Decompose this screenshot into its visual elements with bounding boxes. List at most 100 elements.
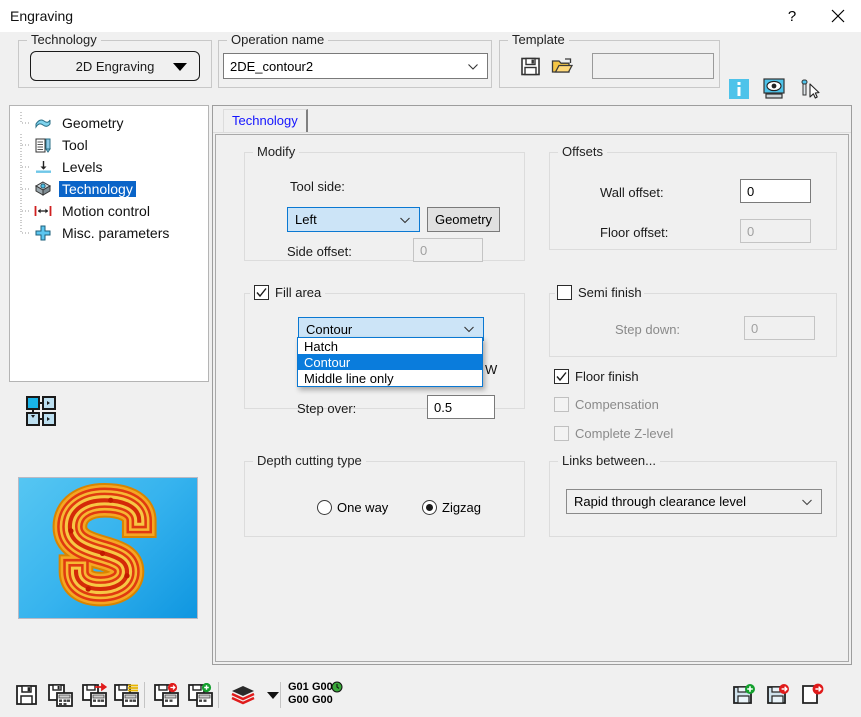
bottom-toolbar: G01 G00 G00 G00 bbox=[0, 675, 861, 717]
tree-item-geometry[interactable]: Geometry bbox=[10, 112, 208, 134]
geometry-icon bbox=[32, 114, 54, 132]
tree-item-tool[interactable]: Tool bbox=[10, 134, 208, 156]
navigation-tree[interactable]: Geometry Tool Levels Technology Motion c… bbox=[9, 105, 209, 382]
save-calc-button[interactable] bbox=[46, 680, 76, 710]
geometry-button[interactable]: Geometry bbox=[427, 207, 500, 232]
dropdown-option-hatch[interactable]: Hatch bbox=[298, 338, 482, 354]
wall-offset-input[interactable]: 0 bbox=[740, 179, 811, 203]
dropdown-option-contour[interactable]: Contour bbox=[298, 354, 482, 370]
step-down-input[interactable]: 0 bbox=[744, 316, 815, 340]
compensation-label: Compensation bbox=[575, 397, 659, 412]
tab-technology[interactable]: Technology bbox=[223, 109, 308, 133]
tree-connector bbox=[20, 200, 31, 222]
technology-panel: Technology Modify Tool side: Left Geomet… bbox=[212, 105, 852, 665]
tree-item-label: Misc. parameters bbox=[62, 225, 170, 241]
close-button[interactable] bbox=[815, 0, 861, 32]
tool-side-value: Left bbox=[295, 212, 317, 227]
top-action-icons bbox=[728, 78, 822, 103]
radio-one-way[interactable]: One way bbox=[317, 500, 388, 515]
tree-item-label: Technology bbox=[59, 181, 136, 197]
toolbar-separator bbox=[280, 682, 281, 708]
tree-item-motion-control[interactable]: Motion control bbox=[10, 200, 208, 222]
save-delete-icon bbox=[767, 684, 789, 704]
tree-item-technology[interactable]: Technology bbox=[10, 178, 208, 200]
operation-name-combo[interactable]: 2DE_contour2 bbox=[223, 53, 488, 79]
gcode-g00-g00-button[interactable]: G00 G00 bbox=[312, 681, 333, 707]
save-calc-export-button[interactable] bbox=[80, 680, 110, 710]
tree-item-levels[interactable]: Levels bbox=[10, 156, 208, 178]
tree-item-misc-parameters[interactable]: Misc. parameters bbox=[10, 222, 208, 244]
info-icon bbox=[729, 79, 749, 99]
toolpath-diagram-button[interactable] bbox=[26, 396, 56, 426]
semi-finish-checkbox[interactable]: Semi finish bbox=[555, 285, 644, 300]
preview-button[interactable] bbox=[762, 78, 786, 103]
close-icon bbox=[831, 9, 845, 23]
save-add-button[interactable] bbox=[730, 680, 760, 710]
depth-cutting-type-label: Depth cutting type bbox=[253, 453, 366, 468]
technology-select[interactable]: 2D Engraving bbox=[30, 51, 200, 81]
tree-connector bbox=[20, 134, 31, 156]
dropdown-option-middle-line-only[interactable]: Middle line only bbox=[298, 370, 482, 386]
template-open-button[interactable] bbox=[548, 53, 576, 79]
offsets-group-label: Offsets bbox=[558, 144, 607, 159]
operation-name-value: 2DE_contour2 bbox=[230, 58, 314, 74]
levels-icon bbox=[32, 158, 54, 176]
operation-name-group: Operation name 2DE_contour2 bbox=[218, 32, 492, 88]
complete-z-level-checkbox[interactable]: Complete Z-level bbox=[554, 426, 673, 441]
save-delete-button[interactable] bbox=[764, 680, 794, 710]
open-folder-icon bbox=[551, 57, 573, 73]
depth-cutting-type-group: Depth cutting type One way Zigzag bbox=[244, 453, 525, 537]
layers-dropdown-button[interactable] bbox=[258, 680, 288, 710]
gcode-line-2: G00 bbox=[312, 694, 333, 706]
engraving-preview-letter-s bbox=[19, 478, 197, 618]
tab-underline bbox=[213, 132, 851, 133]
side-offset-input[interactable]: 0 bbox=[413, 238, 483, 262]
save-calc-add-button[interactable] bbox=[186, 680, 216, 710]
layers-button[interactable] bbox=[228, 680, 258, 710]
save-icon bbox=[16, 685, 37, 705]
save-calc-delete-button[interactable] bbox=[152, 680, 182, 710]
save-calc-list-button[interactable] bbox=[112, 680, 142, 710]
semi-finish-group: Semi finish Step down: 0 bbox=[549, 285, 837, 357]
technology-select-value: 2D Engraving bbox=[75, 58, 155, 74]
toolpath-preview bbox=[18, 477, 198, 619]
technology-icon bbox=[32, 180, 54, 198]
info-button[interactable] bbox=[728, 78, 750, 103]
fill-area-checkbox[interactable]: Fill area bbox=[250, 285, 326, 300]
tool-side-label: Tool side: bbox=[290, 179, 345, 194]
tool-pick-button[interactable] bbox=[798, 78, 822, 103]
motion-control-icon bbox=[32, 202, 54, 220]
template-save-button[interactable] bbox=[516, 53, 544, 79]
fill-mode-dropdown-list[interactable]: Hatch Contour Middle line only bbox=[297, 337, 483, 387]
floor-offset-input[interactable]: 0 bbox=[740, 219, 811, 243]
tree-item-label: Motion control bbox=[62, 203, 150, 219]
step-over-input[interactable]: 0.5 bbox=[427, 395, 495, 419]
radio-zigzag[interactable]: Zigzag bbox=[422, 500, 481, 515]
links-between-select[interactable]: Rapid through clearance level bbox=[566, 489, 822, 514]
help-button[interactable]: ? bbox=[769, 0, 815, 32]
fill-area-label: Fill area bbox=[275, 285, 322, 300]
tool-side-select[interactable]: Left bbox=[287, 207, 420, 232]
tree-item-label: Geometry bbox=[62, 115, 124, 131]
close-delete-button[interactable] bbox=[798, 680, 828, 710]
checkbox-box bbox=[554, 426, 569, 441]
save-calc-icon bbox=[48, 684, 73, 707]
gcode-line-1: G00 bbox=[312, 681, 333, 693]
gcode-line-2: G00 bbox=[288, 694, 309, 706]
tool-icon bbox=[32, 136, 54, 154]
save-button[interactable] bbox=[12, 680, 42, 710]
gcode-g01-g00-button[interactable]: G01 G00 bbox=[288, 681, 309, 707]
compensation-checkbox[interactable]: Compensation bbox=[554, 397, 659, 412]
floor-finish-checkbox[interactable]: Floor finish bbox=[554, 369, 639, 384]
tree-connector bbox=[20, 178, 31, 200]
tool-pick-icon bbox=[801, 79, 820, 99]
layers-dropdown-arrow-icon bbox=[267, 692, 279, 699]
toolpath-diagram-icon bbox=[26, 396, 56, 426]
technology-group: Technology 2D Engraving bbox=[18, 32, 212, 88]
wall-offset-label: Wall offset: bbox=[600, 185, 664, 200]
template-input[interactable] bbox=[592, 53, 714, 79]
checkbox-box bbox=[554, 369, 569, 384]
toolbar-separator bbox=[144, 682, 145, 708]
tree-item-label: Levels bbox=[62, 159, 103, 175]
step-down-label: Step down: bbox=[615, 322, 681, 337]
